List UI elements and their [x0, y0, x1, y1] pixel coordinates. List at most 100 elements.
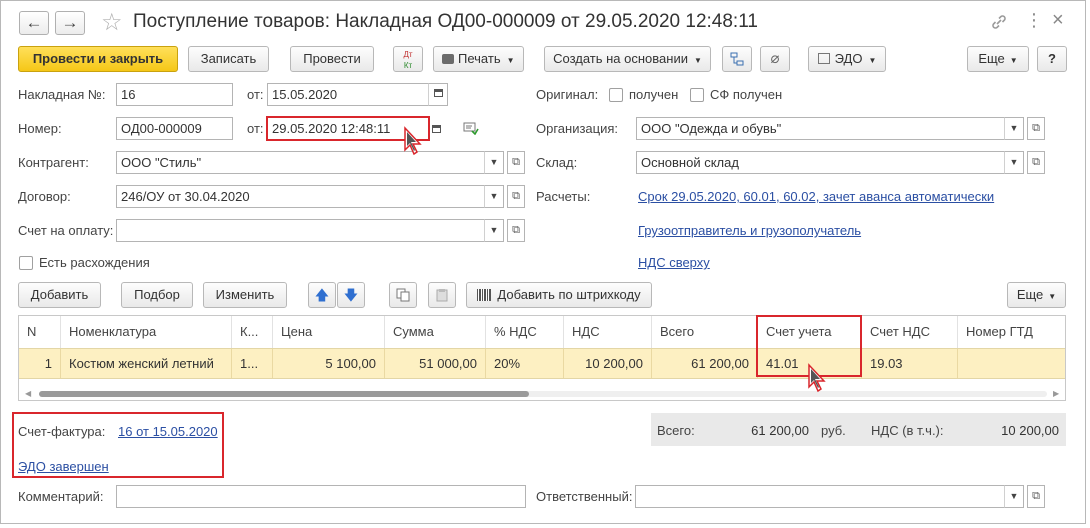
invoice-no-field[interactable]: 16 [116, 83, 233, 106]
cell-vat[interactable]: 10 200,00 [564, 349, 652, 378]
caret-down-icon: ▼ [489, 225, 499, 235]
comment-field[interactable] [116, 485, 526, 508]
create-based-on-button[interactable]: Создать на основании ▼ [544, 46, 711, 72]
move-down-button[interactable]: 🡇 [337, 282, 365, 308]
scroll-right-icon[interactable]: ▶ [1053, 389, 1059, 398]
contract-open-button[interactable]: ⧉ [507, 185, 525, 208]
forward-button[interactable]: → [55, 11, 85, 35]
arrow-left-icon: ← [25, 13, 43, 32]
change-button[interactable]: Изменить [203, 282, 287, 308]
table-more-button[interactable]: Еще ▼ [1007, 282, 1066, 308]
organization-field[interactable]: ООО "Одежда и обувь" [636, 117, 1006, 140]
open-icon: ⧉ [1032, 156, 1040, 168]
structure-button[interactable] [722, 46, 752, 72]
mouse-cursor-icon [404, 126, 422, 156]
attach-button[interactable]: ⌀ [760, 46, 790, 72]
cell-nomenclature[interactable]: Костюм женский летний [61, 349, 232, 378]
contract-dropdown[interactable]: ▼ [484, 185, 504, 208]
calendar-icon[interactable] [432, 121, 446, 135]
print-button[interactable]: Печать ▼ [433, 46, 524, 72]
responsible-field[interactable] [635, 485, 1006, 508]
calendar-button[interactable] [428, 83, 448, 106]
vat-total-value: 10 200,00 [1001, 423, 1059, 438]
edo-button[interactable]: ЭДО ▼ [808, 46, 886, 72]
column-header-vat-account[interactable]: Счет НДС [862, 316, 958, 348]
number-field[interactable]: ОД00-000009 [116, 117, 233, 140]
invoice-date-field[interactable]: 15.05.2020 [267, 83, 429, 106]
vat-on-top-link[interactable]: НДС сверху [638, 255, 710, 270]
counterparty-open-button[interactable]: ⧉ [507, 151, 525, 174]
arrow-down-icon: 🡇 [343, 287, 359, 303]
column-header-gtd[interactable]: Номер ГТД [958, 316, 1065, 348]
column-header-sum[interactable]: Сумма [385, 316, 486, 348]
window-title: Поступление товаров: Накладная ОД00-0000… [133, 11, 758, 32]
counterparty-field[interactable]: ООО "Стиль" [116, 151, 486, 174]
horizontal-scrollbar[interactable] [39, 391, 1047, 397]
payment-invoice-open-button[interactable]: ⧉ [507, 219, 525, 242]
history-icon[interactable] [463, 121, 479, 136]
responsible-open-button[interactable]: ⧉ [1027, 485, 1045, 508]
scroll-left-icon[interactable]: ◀ [25, 389, 31, 398]
warehouse-open-button[interactable]: ⧉ [1027, 151, 1045, 174]
kt-icon: Кт [403, 61, 413, 70]
sf-received-checkbox[interactable] [690, 88, 704, 102]
cell-vat-rate[interactable]: 20% [486, 349, 564, 378]
payment-invoice-dropdown[interactable]: ▼ [484, 219, 504, 242]
link-icon[interactable] [989, 12, 1009, 32]
column-header-qty[interactable]: К... [232, 316, 273, 348]
highlight-invoice-block [12, 412, 224, 478]
table-row[interactable]: 1 Костюм женский летний 1... 5 100,00 51… [19, 348, 1065, 379]
favorite-star-icon[interactable]: ☆ [101, 8, 123, 37]
help-button[interactable]: ? [1037, 46, 1067, 72]
original-received-checkbox[interactable] [609, 88, 623, 102]
close-icon[interactable]: × [1052, 9, 1064, 32]
dtkt-button[interactable]: Дт Кт [393, 46, 423, 72]
cell-price[interactable]: 5 100,00 [273, 349, 385, 378]
cell-n[interactable]: 1 [19, 349, 61, 378]
counterparty-dropdown[interactable]: ▼ [484, 151, 504, 174]
post-button[interactable]: Провести [290, 46, 374, 72]
cell-vat-account[interactable]: 19.03 [862, 349, 958, 378]
copy-button[interactable] [389, 282, 417, 308]
select-button[interactable]: Подбор [121, 282, 193, 308]
vat-total-label: НДС (в т.ч.): [871, 423, 944, 438]
discrepancy-checkbox[interactable] [19, 256, 33, 270]
scrollbar-thumb[interactable] [39, 391, 529, 397]
responsible-dropdown[interactable]: ▼ [1004, 485, 1024, 508]
contract-field[interactable]: 246/ОУ от 30.04.2020 [116, 185, 486, 208]
post-and-close-button[interactable]: Провести и закрыть [18, 46, 178, 72]
move-up-button[interactable]: 🡅 [308, 282, 336, 308]
caret-down-icon: ▼ [1009, 491, 1019, 501]
settlements-link[interactable]: Срок 29.05.2020, 60.01, 60.02, зачет ава… [638, 189, 994, 204]
warehouse-field[interactable]: Основной склад [636, 151, 1006, 174]
save-button[interactable]: Записать [188, 46, 269, 72]
add-row-button[interactable]: Добавить [18, 282, 101, 308]
totals-panel: Всего: 61 200,00 руб. НДС (в т.ч.): 10 2… [651, 413, 1066, 446]
back-button[interactable]: ← [19, 11, 49, 35]
warehouse-dropdown[interactable]: ▼ [1004, 151, 1024, 174]
add-by-barcode-button[interactable]: Добавить по штрихкоду [466, 282, 652, 308]
cell-sum[interactable]: 51 000,00 [385, 349, 486, 378]
shipper-consignee-link[interactable]: Грузоотправитель и грузополучатель [638, 223, 861, 238]
cell-gtd[interactable] [958, 349, 1065, 378]
caret-down-icon: ▼ [489, 157, 499, 167]
organization-dropdown[interactable]: ▼ [1004, 117, 1024, 140]
total-value: 61 200,00 [751, 423, 809, 438]
organization-open-button[interactable]: ⧉ [1027, 117, 1045, 140]
column-header-price[interactable]: Цена [273, 316, 385, 348]
more-button[interactable]: Еще ▼ [967, 46, 1029, 72]
caret-down-icon: ▼ [506, 56, 515, 65]
payment-invoice-field[interactable] [116, 219, 486, 242]
paste-button[interactable] [428, 282, 456, 308]
goods-table[interactable]: N Номенклатура К... Цена Сумма % НДС НДС… [18, 315, 1066, 401]
cell-qty[interactable]: 1... [232, 349, 273, 378]
column-header-nomenclature[interactable]: Номенклатура [61, 316, 232, 348]
column-header-n[interactable]: N [19, 316, 61, 348]
more-vertical-icon[interactable]: ⋮ [1025, 10, 1043, 31]
open-icon: ⧉ [1032, 490, 1040, 502]
column-header-total[interactable]: Всего [652, 316, 758, 348]
column-header-vat-rate[interactable]: % НДС [486, 316, 564, 348]
column-header-vat[interactable]: НДС [564, 316, 652, 348]
arrow-up-icon: 🡅 [314, 287, 330, 303]
cell-total[interactable]: 61 200,00 [652, 349, 758, 378]
